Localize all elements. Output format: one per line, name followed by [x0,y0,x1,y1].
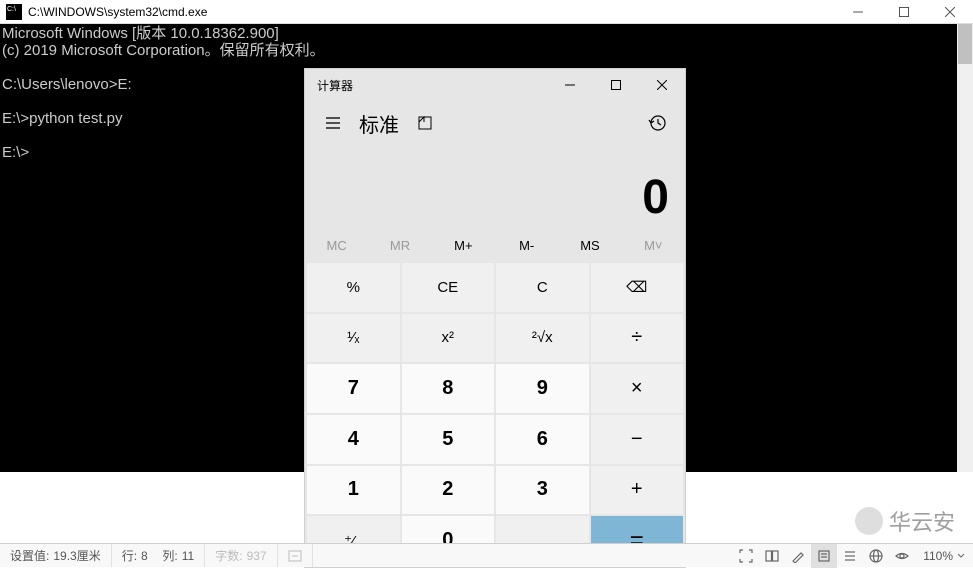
cmd-line: E:\> [2,144,29,161]
key-3[interactable]: 3 [496,466,589,515]
eye-icon[interactable] [889,544,915,568]
sqrt-key[interactable]: ²√x [496,314,589,363]
mminus-button[interactable]: M- [495,229,558,261]
print-layout-icon[interactable] [811,544,837,568]
cmd-close-button[interactable] [927,0,973,24]
cmd-line: Microsoft Windows [版本 10.0.18362.900] [2,25,279,42]
status-line-value: 8 [141,549,148,563]
status-measure[interactable]: 设置值: 19.3厘米 [0,544,112,567]
cmd-window-controls [835,0,973,24]
status-line-label: 行: [122,547,137,564]
zoom-control[interactable]: 110% [915,549,973,563]
outline-icon[interactable] [837,544,863,568]
cmd-scrollbar[interactable] [957,24,973,472]
percent-key[interactable]: % [307,263,400,312]
status-line[interactable]: 行: 8 列: 11 [112,544,206,567]
status-wordcount[interactable]: 字数: 937 [205,544,277,567]
c-key[interactable]: C [496,263,589,312]
status-measure-value: 19.3厘米 [53,547,100,564]
calc-minimize-button[interactable] [547,69,593,101]
keep-on-top-icon[interactable] [405,103,445,143]
backspace-key[interactable]: ⌫ [591,263,684,312]
status-bar: 设置值: 19.3厘米 行: 8 列: 11 字数: 937 110% [0,543,973,567]
edit-mode-icon[interactable] [785,544,811,568]
status-insert-mode[interactable] [278,544,313,567]
status-col-value: 11 [182,549,194,563]
calc-display-value: 0 [642,170,669,225]
status-count-label: 字数: [215,547,242,564]
chevron-down-icon [957,552,965,560]
status-measure-label: 设置值: [10,547,49,564]
key-9[interactable]: 9 [496,364,589,413]
key-7[interactable]: 7 [307,364,400,413]
calc-header: 标准 [305,101,685,145]
ce-key[interactable]: CE [402,263,495,312]
key-6[interactable]: 6 [496,415,589,464]
calc-keypad: % CE C ⌫ ¹⁄ₓ x² ²√x ÷ 7 8 9 × 4 5 6 − 1 … [305,261,685,567]
calc-title: 计算器 [305,77,547,94]
cmd-scrollbar-thumb[interactable] [958,24,972,64]
status-count-value: 937 [247,549,267,563]
key-1[interactable]: 1 [307,466,400,515]
calc-display: 0 [305,145,685,229]
cmd-line: C:\Users\lenovo>E: [2,76,132,93]
calc-maximize-button[interactable] [593,69,639,101]
reciprocal-key[interactable]: ¹⁄ₓ [307,314,400,363]
key-4[interactable]: 4 [307,415,400,464]
cmd-maximize-button[interactable] [881,0,927,24]
key-8[interactable]: 8 [402,364,495,413]
mlist-button[interactable]: M˅ [622,229,685,261]
web-layout-icon[interactable] [863,544,889,568]
cmd-line: E:\>python test.py [2,110,123,127]
cmd-minimize-button[interactable] [835,0,881,24]
zoom-value: 110% [923,549,953,563]
divide-key[interactable]: ÷ [591,314,684,363]
history-icon[interactable] [637,103,677,143]
mr-button[interactable]: MR [368,229,431,261]
hamburger-icon[interactable] [313,103,353,143]
calc-close-button[interactable] [639,69,685,101]
calc-memory-row: MC MR M+ M- MS M˅ [305,229,685,261]
square-key[interactable]: x² [402,314,495,363]
read-mode-icon[interactable] [759,544,785,568]
ms-button[interactable]: MS [558,229,621,261]
cmd-icon [6,4,22,20]
subtract-key[interactable]: − [591,415,684,464]
cmd-titlebar: C:\WINDOWS\system32\cmd.exe [0,0,973,24]
calculator-window: 计算器 标准 0 MC MR M+ M- MS M˅ % CE C ⌫ ¹⁄ₓ … [305,69,685,567]
add-key[interactable]: + [591,466,684,515]
focus-mode-icon[interactable] [733,544,759,568]
mc-button[interactable]: MC [305,229,368,261]
mplus-button[interactable]: M+ [432,229,495,261]
key-5[interactable]: 5 [402,415,495,464]
multiply-key[interactable]: × [591,364,684,413]
calc-mode-label: 标准 [359,109,399,138]
status-col-label: 列: [162,547,177,564]
key-2[interactable]: 2 [402,466,495,515]
cmd-title: C:\WINDOWS\system32\cmd.exe [28,5,835,19]
cmd-line: (c) 2019 Microsoft Corporation。保留所有权利。 [2,42,325,59]
calc-titlebar: 计算器 [305,69,685,101]
